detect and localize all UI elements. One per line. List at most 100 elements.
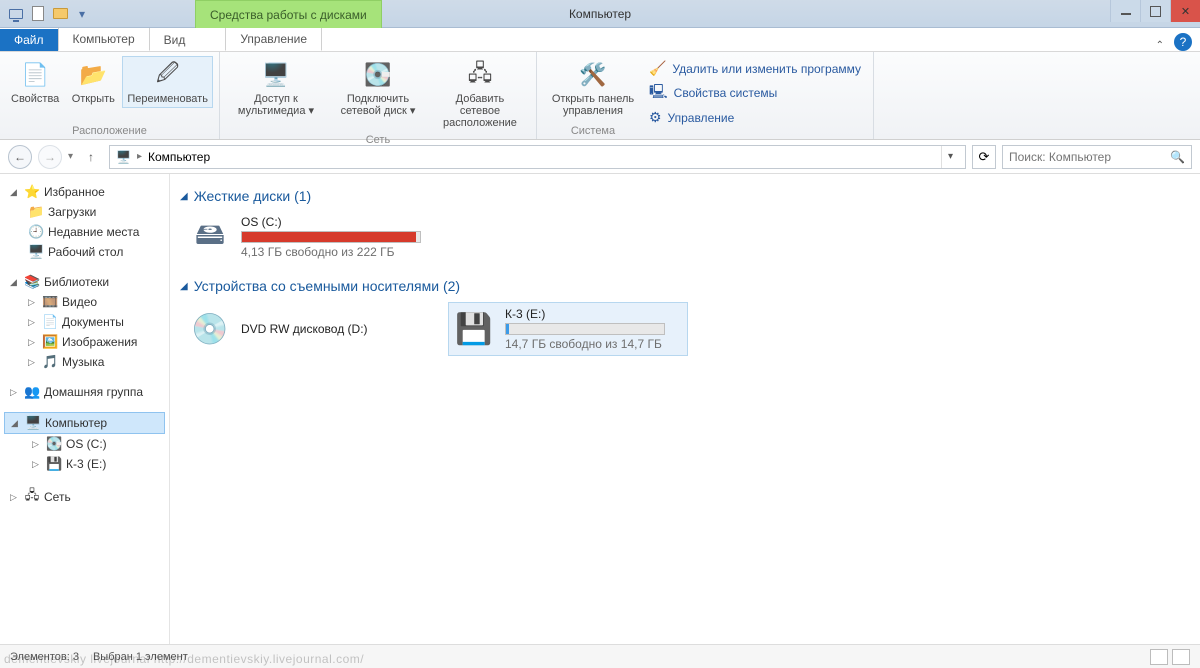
properties-icon: 📄 — [19, 59, 51, 91]
nav-pictures[interactable]: ▷🖼️Изображения — [4, 332, 165, 352]
media-access-button[interactable]: 🖥️Доступ к мультимедиа ▾ — [226, 56, 326, 132]
nav-desktop[interactable]: 🖥️Рабочий стол — [4, 242, 165, 262]
tab-file[interactable]: Файл — [0, 29, 58, 51]
libraries-icon: 📚 — [24, 274, 40, 290]
view-tiles-button[interactable] — [1172, 649, 1190, 665]
network-location-icon: 🖧 — [464, 59, 496, 91]
space-bar — [241, 231, 421, 243]
rename-icon: 🖉 — [152, 59, 184, 91]
close-button[interactable]: ✕ — [1170, 0, 1200, 22]
drive-dvd[interactable]: 💿 DVD RW дисковод (D:) — [184, 302, 424, 356]
map-drive-button[interactable]: 💽Подключить сетевой диск ▾ — [328, 56, 428, 132]
system-properties-link[interactable]: 🖳Свойства системы — [649, 81, 861, 105]
space-summary: 4,13 ГБ свободно из 222 ГБ — [241, 245, 421, 259]
search-input[interactable] — [1009, 150, 1170, 164]
view-details-button[interactable] — [1150, 649, 1168, 665]
drive-icon: 💽 — [46, 436, 62, 452]
video-icon: 🎞️ — [42, 294, 58, 310]
drive-e[interactable]: 💾 К-3 (E:) 14,7 ГБ свободно из 14,7 ГБ — [448, 302, 688, 356]
status-bar: Элементов: 3 Выбран 1 элемент — [0, 644, 1200, 668]
ribbon-group-location: 📄Свойства 📂Открыть 🖉Переименовать Распол… — [0, 52, 220, 139]
refresh-button[interactable]: ⟳ — [972, 145, 996, 169]
qat-properties-icon[interactable] — [52, 6, 68, 22]
qat-dropdown-icon[interactable]: ▾ — [74, 6, 90, 22]
navigation-pane[interactable]: ◢⭐Избранное 📁Загрузки 🕘Недавние места 🖥️… — [0, 174, 170, 644]
properties-button[interactable]: 📄Свойства — [6, 56, 64, 108]
nav-homegroup[interactable]: ▷👥Домашняя группа — [4, 382, 165, 402]
minimize-button[interactable] — [1110, 0, 1140, 22]
status-count: Элементов: 3 — [10, 651, 79, 663]
computer-icon: 🖥️ — [25, 415, 41, 431]
qat-new-icon[interactable] — [30, 6, 46, 22]
drive-name: DVD RW дисковод (D:) — [241, 322, 368, 336]
control-panel-icon: 🛠️ — [577, 59, 609, 91]
space-bar — [505, 323, 665, 335]
folder-open-icon: 📂 — [77, 59, 109, 91]
manage-link[interactable]: ⚙Управление — [649, 109, 861, 126]
content-pane[interactable]: ◢Жесткие диски (1) 🖴 OS (C:) 4,13 ГБ сво… — [170, 174, 1200, 644]
group-removable[interactable]: ◢Устройства со съемными носителями (2) — [180, 278, 1190, 294]
system-links: 🧹Удалить или изменить программу 🖳Свойств… — [643, 56, 867, 137]
star-icon: ⭐ — [24, 184, 40, 200]
status-selection: Выбран 1 элемент — [93, 651, 188, 663]
drive-c[interactable]: 🖴 OS (C:) 4,13 ГБ свободно из 222 ГБ — [184, 210, 484, 264]
up-button[interactable]: ↑ — [79, 145, 103, 169]
nav-drive-e[interactable]: ▷💾К-3 (E:) — [4, 454, 165, 474]
address-path: Компьютер — [148, 150, 210, 164]
minimize-ribbon-icon[interactable]: ⌃ — [1156, 40, 1164, 51]
ribbon: 📄Свойства 📂Открыть 🖉Переименовать Распол… — [0, 52, 1200, 140]
group-hard-disks[interactable]: ◢Жесткие диски (1) — [180, 188, 1190, 204]
back-button[interactable]: ← — [8, 145, 32, 169]
nav-drive-c[interactable]: ▷💽OS (C:) — [4, 434, 165, 454]
documents-icon: 📄 — [42, 314, 58, 330]
dvd-icon: 💿 — [189, 308, 231, 350]
open-button[interactable]: 📂Открыть — [66, 56, 120, 108]
sd-icon: 💾 — [46, 456, 62, 472]
nav-favorites[interactable]: ◢⭐Избранное — [4, 182, 165, 202]
system-icon: 🖳 — [649, 81, 668, 105]
tab-view[interactable]: Вид — [150, 29, 200, 51]
drive-name: К-3 (E:) — [505, 307, 665, 321]
address-bar-row: ← → ▾ ↑ 🖥️ ▸ Компьютер ▾ ⟳ 🔍 — [0, 140, 1200, 174]
group-label-system: Система — [543, 123, 643, 137]
rename-button[interactable]: 🖉Переименовать — [122, 56, 213, 108]
ribbon-tabs: Файл Компьютер Вид Управление ⌃ ? — [0, 28, 1200, 52]
open-control-panel-button[interactable]: 🛠️Открыть панель управления — [543, 56, 643, 120]
collapse-icon: ◢ — [180, 191, 188, 202]
collapse-icon: ◢ — [180, 281, 188, 292]
pictures-icon: 🖼️ — [42, 334, 58, 350]
search-box[interactable]: 🔍 — [1002, 145, 1192, 169]
ribbon-group-network: 🖥️Доступ к мультимедиа ▾ 💽Подключить сет… — [220, 52, 537, 139]
nav-documents[interactable]: ▷📄Документы — [4, 312, 165, 332]
address-dropdown-icon[interactable]: ▾ — [941, 146, 959, 168]
nav-network[interactable]: ▷🖧Сеть — [4, 484, 165, 510]
nav-libraries[interactable]: ◢📚Библиотеки — [4, 272, 165, 292]
space-summary: 14,7 ГБ свободно из 14,7 ГБ — [505, 337, 665, 351]
nav-downloads[interactable]: 📁Загрузки — [4, 202, 165, 222]
contextual-tab[interactable]: Средства работы с дисками — [195, 0, 382, 28]
nav-video[interactable]: ▷🎞️Видео — [4, 292, 165, 312]
maximize-button[interactable] — [1140, 0, 1170, 22]
system-menu-icon[interactable] — [8, 6, 24, 22]
search-icon: 🔍 — [1170, 150, 1185, 164]
uninstall-program-link[interactable]: 🧹Удалить или изменить программу — [649, 60, 861, 77]
nav-music[interactable]: ▷🎵Музыка — [4, 352, 165, 372]
explorer-body: ◢⭐Избранное 📁Загрузки 🕘Недавние места 🖥️… — [0, 174, 1200, 644]
tab-computer[interactable]: Компьютер — [58, 27, 150, 51]
ribbon-group-system: 🛠️Открыть панель управления Система 🧹Уда… — [537, 52, 874, 139]
history-dropdown-icon[interactable]: ▾ — [68, 151, 73, 162]
help-button[interactable]: ? — [1174, 33, 1192, 51]
desktop-icon: 🖥️ — [28, 244, 44, 260]
nav-computer[interactable]: ◢🖥️Компьютер — [4, 412, 165, 434]
forward-button[interactable]: → — [38, 145, 62, 169]
address-bar[interactable]: 🖥️ ▸ Компьютер ▾ — [109, 145, 966, 169]
homegroup-icon: 👥 — [24, 384, 40, 400]
chevron-icon: ▸ — [137, 151, 142, 162]
tab-manage[interactable]: Управление — [225, 27, 322, 51]
add-network-location-button[interactable]: 🖧Добавить сетевое расположение — [430, 56, 530, 132]
titlebar: ▾ Средства работы с дисками Компьютер ✕ — [0, 0, 1200, 28]
network-icon: 🖧 — [24, 486, 40, 508]
recent-icon: 🕘 — [28, 224, 44, 240]
nav-recent[interactable]: 🕘Недавние места — [4, 222, 165, 242]
computer-icon: 🖥️ — [116, 150, 131, 164]
